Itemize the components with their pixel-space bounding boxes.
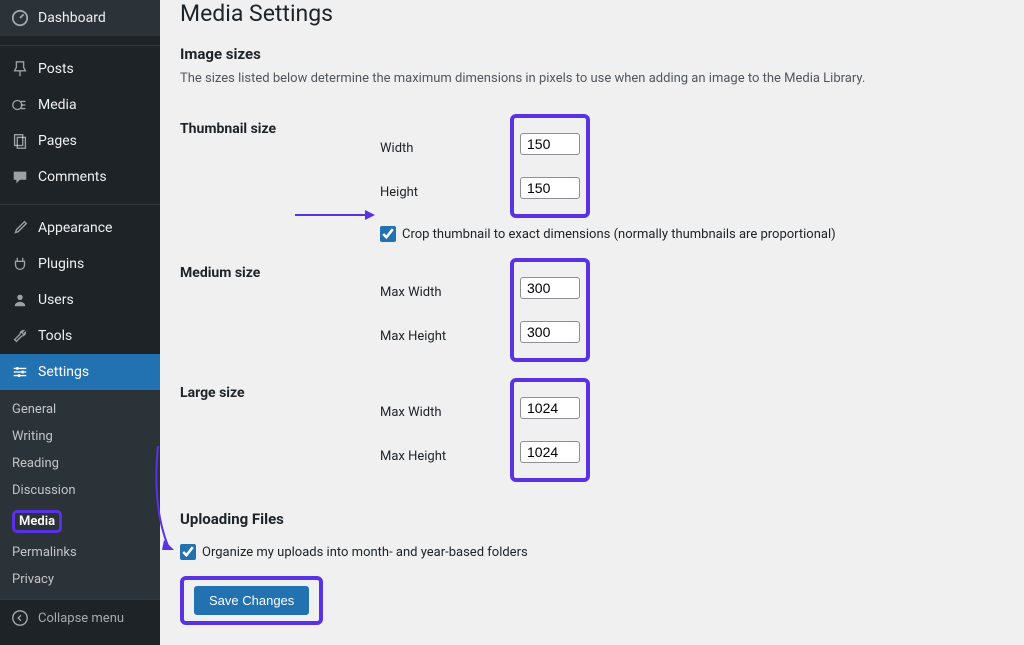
medium-max-width-input[interactable] [520,277,580,299]
pages-icon [10,131,30,151]
dashboard-icon [10,8,30,28]
large-max-height-label: Max Height [380,449,446,464]
sidebar-label: Appearance [38,220,112,236]
sidebar-item-users[interactable]: Users [0,282,160,318]
crop-thumbnail-label: Crop thumbnail to exact dimensions (norm… [402,227,836,242]
sidebar-item-plugins[interactable]: Plugins [0,246,160,282]
comment-icon [10,167,30,187]
collapse-label: Collapse menu [38,611,124,626]
pin-icon [10,59,30,79]
highlight-large [510,378,590,482]
submenu-item-discussion[interactable]: Discussion [0,477,160,504]
organize-uploads-label: Organize my uploads into month- and year… [202,545,528,560]
thumbnail-width-label: Width [380,141,413,156]
thumbnail-height-input[interactable] [520,177,580,199]
crop-thumbnail-checkbox[interactable] [380,226,396,242]
image-sizes-heading: Image sizes [180,45,1004,63]
page-title: Media Settings [180,0,1004,27]
user-icon [10,290,30,310]
sidebar-item-tools[interactable]: Tools [0,318,160,354]
thumbnail-section-label: Thumbnail size [180,106,380,250]
sidebar-item-media[interactable]: Media [0,87,160,123]
submenu-item-writing[interactable]: Writing [0,423,160,450]
sidebar-label: Users [38,292,74,308]
thumbnail-height-label: Height [380,185,418,200]
collapse-icon [10,608,30,628]
media-icon [10,95,30,115]
plug-icon [10,254,30,274]
save-changes-button[interactable]: Save Changes [194,586,309,615]
medium-max-width-label: Max Width [380,285,442,300]
page-content: Media Settings Image sizes The sizes lis… [160,0,1024,645]
highlight-save: Save Changes [180,576,323,625]
sidebar-item-settings[interactable]: Settings [0,354,160,390]
sidebar-item-posts[interactable]: Posts [0,51,160,87]
medium-section-label: Medium size [180,250,380,370]
sidebar-label: Comments [38,169,107,185]
sidebar-label: Posts [38,61,74,77]
uploading-files-heading: Uploading Files [180,510,1004,528]
sidebar-item-appearance[interactable]: Appearance [0,210,160,246]
sidebar-label: Settings [38,364,89,380]
sidebar-item-comments[interactable]: Comments [0,159,160,195]
sidebar-item-dashboard[interactable]: Dashboard [0,0,160,36]
submenu-item-privacy[interactable]: Privacy [0,566,160,593]
sidebar-label: Dashboard [38,10,106,26]
sidebar-label: Media [38,97,77,113]
large-max-height-input[interactable] [520,441,580,463]
brush-icon [10,218,30,238]
sidebar-item-pages[interactable]: Pages [0,123,160,159]
admin-sidebar: Dashboard Posts Media Pages Comments App… [0,0,160,645]
highlight-medium [510,258,590,362]
submenu-item-reading[interactable]: Reading [0,450,160,477]
large-section-label: Large size [180,370,380,490]
submenu-item-permalinks[interactable]: Permalinks [0,539,160,566]
organize-uploads-checkbox[interactable] [180,544,196,560]
large-max-width-input[interactable] [520,397,580,419]
image-sizes-description: The sizes listed below determine the max… [180,71,1004,86]
sidebar-label: Plugins [38,256,84,272]
large-max-width-label: Max Width [380,405,442,420]
submenu-item-general[interactable]: General [0,396,160,423]
thumbnail-width-input[interactable] [520,133,580,155]
highlight-thumbnail [510,114,590,218]
collapse-menu-button[interactable]: Collapse menu [0,599,160,636]
wrench-icon [10,326,30,346]
submenu-item-media[interactable]: Media [0,504,160,539]
sidebar-label: Pages [38,133,77,149]
sidebar-label: Tools [38,328,72,344]
medium-max-height-label: Max Height [380,329,446,344]
medium-max-height-input[interactable] [520,321,580,343]
settings-submenu: General Writing Reading Discussion Media… [0,390,160,599]
sliders-icon [10,362,30,382]
